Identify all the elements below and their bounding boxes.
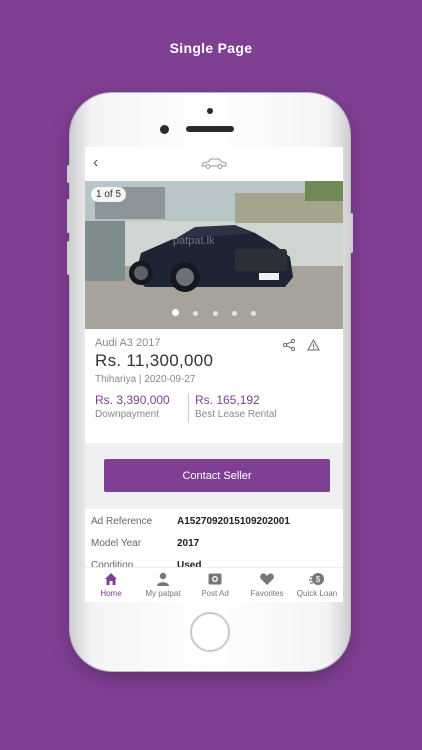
- carousel-dot[interactable]: [193, 311, 199, 316]
- contact-section: Contact Seller: [85, 443, 343, 509]
- downpayment-label: Downpayment: [95, 409, 159, 420]
- phone-home-button: [190, 612, 230, 652]
- finance-divider: [188, 393, 189, 423]
- nav-favorites[interactable]: Favorites: [241, 571, 293, 598]
- mute-switch: [67, 165, 70, 183]
- details-label: Ad Reference: [91, 516, 153, 527]
- listing-model: Audi A3 2017: [95, 337, 161, 349]
- share-icon[interactable]: [283, 339, 295, 351]
- home-icon: [105, 573, 117, 585]
- details-value: 2017: [177, 538, 200, 549]
- quick-loan-icon: $: [309, 573, 324, 585]
- nav-my-patpat-label: My patpat: [145, 589, 181, 598]
- car-photo-carousel[interactable]: patpat.lk 1 of 5: [85, 181, 343, 329]
- front-camera: [160, 125, 169, 134]
- details-label: Model Year: [91, 538, 142, 549]
- car-outline-icon: [201, 158, 227, 169]
- lease-block: Rs. 165,192 Best Lease Rental: [195, 393, 277, 420]
- nav-post-ad-label: Post Ad: [201, 589, 229, 598]
- details-value: A1527092015109202001: [177, 516, 290, 527]
- nav-home[interactable]: Home: [85, 571, 137, 598]
- caption-title: Single Page: [169, 40, 253, 56]
- carousel-dot[interactable]: [231, 311, 237, 316]
- post-ad-icon: [208, 573, 222, 585]
- back-arrow-icon[interactable]: ‹: [93, 154, 98, 172]
- phone-frame: ‹ patpat.lk 1 of 5 Audi A3 2017 Rs. 11,3…: [67, 93, 353, 671]
- watermark-text: patpat.lk: [173, 235, 215, 247]
- details-row: Ad Reference A1527092015109202001: [85, 512, 343, 534]
- listing-location-date: Thihariya | 2020-09-27: [95, 374, 196, 385]
- lease-label: Best Lease Rental: [195, 409, 277, 420]
- nav-post-ad[interactable]: Post Ad: [189, 571, 241, 598]
- power-button: [350, 213, 353, 253]
- image-counter-badge: 1 of 5: [91, 187, 127, 202]
- carousel-dot[interactable]: [171, 309, 179, 316]
- volume-up-button: [67, 199, 70, 233]
- nav-my-patpat[interactable]: My patpat: [137, 571, 189, 598]
- app-screen: ‹ patpat.lk 1 of 5 Audi A3 2017 Rs. 11,3…: [85, 147, 343, 602]
- nav-home-label: Home: [100, 589, 122, 598]
- bottom-nav: Home My patpat Post Ad Favorites $ Quick…: [85, 567, 343, 602]
- downpayment-block: Rs. 3,390,000 Downpayment: [95, 393, 170, 420]
- earpiece-speaker: [186, 126, 234, 132]
- nav-favorites-label: Favorites: [250, 589, 284, 598]
- listing-info: Audi A3 2017 Rs. 11,300,000 Thihariya | …: [85, 337, 343, 437]
- carousel-dot[interactable]: [212, 311, 218, 316]
- carousel-dots: [85, 303, 343, 321]
- downpayment-value: Rs. 3,390,000: [95, 393, 170, 407]
- top-bar: ‹: [85, 147, 343, 182]
- heart-icon: [260, 573, 274, 585]
- user-icon: [157, 572, 169, 586]
- listing-price: Rs. 11,300,000: [95, 351, 214, 370]
- nav-quick-loan-label: Quick Loan: [296, 589, 338, 598]
- svg-text:$: $: [316, 575, 321, 584]
- carousel-dot[interactable]: [251, 311, 257, 316]
- report-warning-icon[interactable]: [307, 339, 320, 351]
- volume-down-button: [67, 241, 70, 275]
- contact-seller-button[interactable]: Contact Seller: [104, 459, 330, 492]
- lease-value: Rs. 165,192: [195, 393, 260, 407]
- nav-quick-loan[interactable]: $ Quick Loan: [291, 571, 343, 598]
- proximity-sensor: [207, 108, 213, 114]
- details-row: Model Year 2017: [85, 534, 343, 556]
